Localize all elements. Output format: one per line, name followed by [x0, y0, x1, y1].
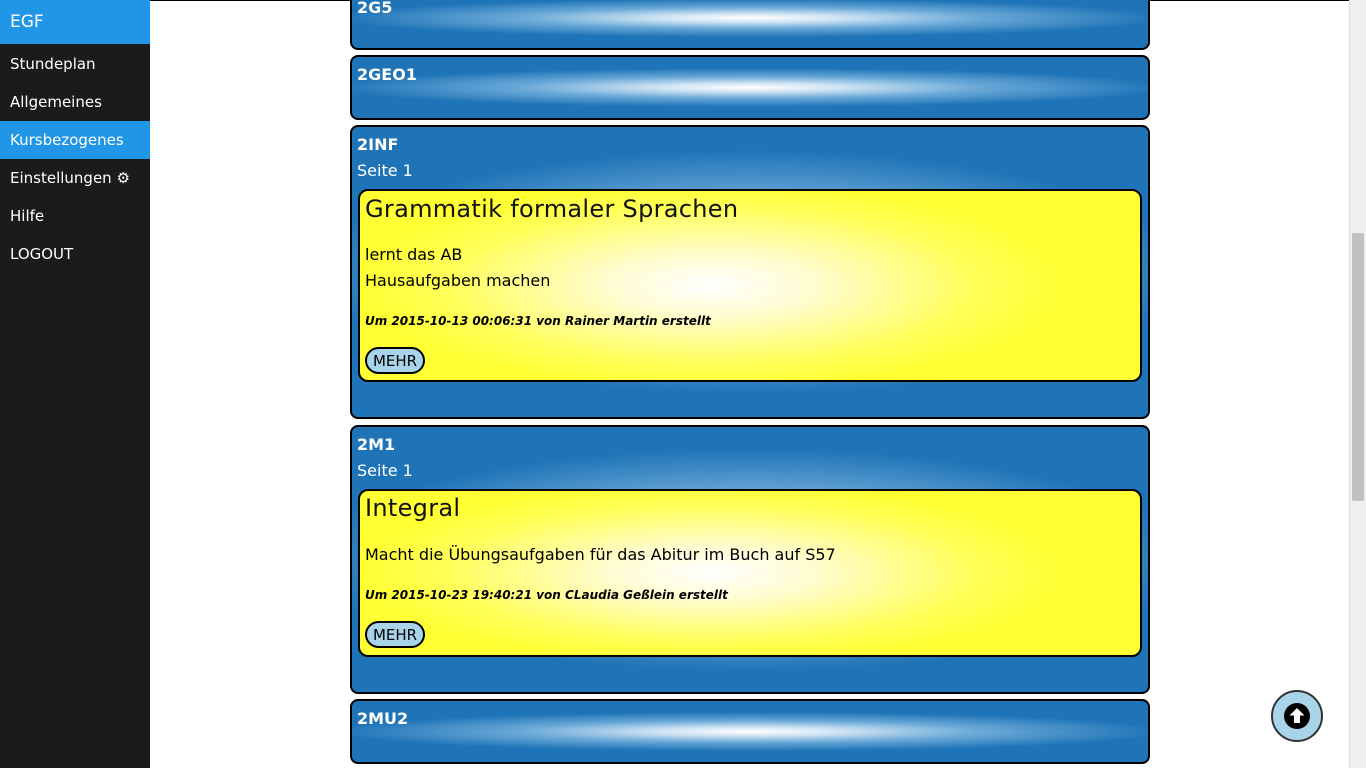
- page-indicator: Seite 1: [357, 161, 413, 180]
- course-title: 2M1: [357, 435, 396, 454]
- more-button[interactable]: MEHR: [365, 621, 425, 648]
- sidebar-item-allgemeines[interactable]: Allgemeines: [0, 83, 150, 121]
- back-to-top-button[interactable]: [1271, 690, 1323, 742]
- sidebar: EGF Stundeplan Allgemeines Kursbezogenes…: [0, 0, 150, 768]
- sidebar-item-stundeplan[interactable]: Stundeplan: [0, 45, 150, 83]
- entry-text-line: Macht die Übungsaufgaben für das Abitur …: [365, 545, 836, 564]
- course-title: 2GEO1: [357, 65, 417, 84]
- course-panel-2mu2[interactable]: 2MU2: [350, 699, 1150, 764]
- course-panel-2m1: 2M1 Seite 1 Integral Macht die Übungsauf…: [350, 425, 1150, 694]
- homework-entry: Integral Macht die Übungsaufgaben für da…: [358, 489, 1142, 657]
- course-title: 2G5: [357, 0, 393, 17]
- course-panel-2g5[interactable]: 2G5: [350, 0, 1150, 50]
- entry-title: Grammatik formaler Sprachen: [365, 195, 739, 223]
- entry-title: Integral: [365, 494, 461, 522]
- entry-meta: Um 2015-10-13 00:06:31 von Rainer Martin…: [365, 314, 711, 328]
- brand-logo[interactable]: EGF: [0, 0, 150, 44]
- entry-text-line: lernt das AB: [365, 245, 463, 264]
- sidebar-nav: Stundeplan Allgemeines Kursbezogenes Ein…: [0, 45, 150, 273]
- page-indicator: Seite 1: [357, 461, 413, 480]
- homework-entry: Grammatik formaler Sprachen lernt das AB…: [358, 189, 1142, 382]
- sidebar-item-hilfe[interactable]: Hilfe: [0, 197, 150, 235]
- scrollbar-thumb[interactable]: [1352, 233, 1364, 501]
- sidebar-item-einstellungen[interactable]: Einstellungen ⚙: [0, 159, 150, 197]
- entry-text-line: Hausaufgaben machen: [365, 271, 551, 290]
- sidebar-item-kursbezogenes[interactable]: Kursbezogenes: [0, 121, 150, 159]
- course-panel-2geo1[interactable]: 2GEO1: [350, 55, 1150, 120]
- more-button[interactable]: MEHR: [365, 347, 425, 374]
- course-title: 2MU2: [357, 709, 409, 728]
- arrow-up-circle-icon: [1284, 703, 1310, 729]
- vertical-scrollbar[interactable]: [1349, 0, 1366, 768]
- sidebar-item-logout[interactable]: LOGOUT: [0, 235, 150, 273]
- course-panel-2inf: 2INF Seite 1 Grammatik formaler Sprachen…: [350, 125, 1150, 419]
- entry-meta: Um 2015-10-23 19:40:21 von CLaudia Geßle…: [365, 588, 728, 602]
- course-title: 2INF: [357, 135, 399, 154]
